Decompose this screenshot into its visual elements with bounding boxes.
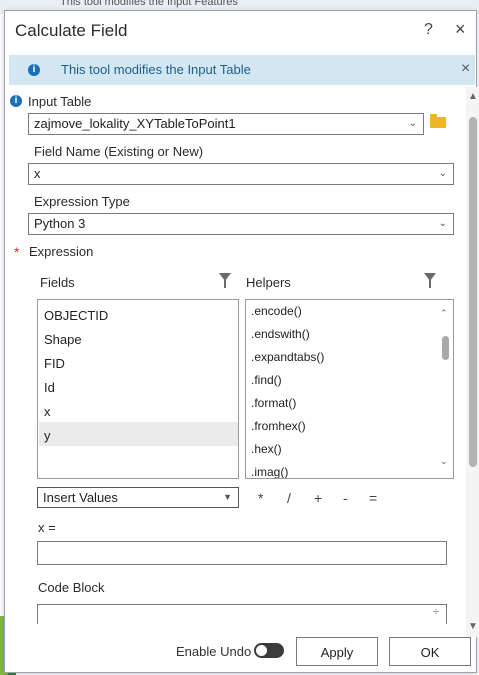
operator-divide-button[interactable]: / — [287, 490, 291, 506]
list-item[interactable]: OBJECTID — [44, 308, 108, 323]
toggle-knob — [256, 645, 267, 656]
fields-filter-icon[interactable] — [219, 273, 231, 288]
expression-type-label: Expression Type — [34, 194, 130, 209]
selected-row-highlight — [39, 422, 238, 446]
operator-plus-button[interactable]: + — [314, 490, 322, 506]
ok-button[interactable]: OK — [389, 637, 471, 666]
helpers-label: Helpers — [246, 275, 291, 290]
list-item[interactable]: Shape — [44, 332, 82, 347]
helpers-list[interactable]: .encode() .endswith() .expandtabs() .fin… — [245, 299, 454, 479]
expression-label: Expression — [29, 244, 94, 259]
list-item[interactable]: y — [44, 428, 51, 443]
dropdown-arrow-icon: ▼ — [223, 492, 232, 502]
help-button[interactable]: ? — [424, 21, 433, 39]
scroll-down-icon[interactable]: ▼ — [468, 621, 478, 632]
required-marker: * — [14, 244, 20, 260]
list-item[interactable]: .find() — [251, 373, 282, 387]
operator-equals-button[interactable]: = — [369, 490, 377, 506]
helpers-filter-icon[interactable] — [424, 273, 436, 288]
field-name-dropdown[interactable]: x ⌄ — [28, 163, 454, 185]
enable-undo-toggle[interactable] — [254, 643, 284, 658]
insert-values-dropdown[interactable]: Insert Values ▼ — [37, 487, 239, 508]
input-table-info-icon[interactable]: i — [10, 95, 22, 107]
chevron-down-icon[interactable]: ⌄ — [440, 456, 448, 467]
info-icon: i — [28, 64, 40, 76]
dialog-scrollbar[interactable]: ▲ ▼ — [466, 87, 479, 637]
input-table-dropdown[interactable]: zajmove_lokality_XYTableToPoint1 ⌄ — [28, 113, 424, 135]
chevron-up-icon[interactable]: ⌃ — [440, 308, 448, 319]
helpers-scroll-thumb[interactable] — [442, 336, 449, 360]
expression-prefix: x = — [38, 520, 56, 535]
expression-type-dropdown[interactable]: Python 3 ⌄ — [28, 213, 454, 235]
code-block-input[interactable] — [37, 604, 447, 624]
dialog-titlebar: Calculate Field ? × — [5, 11, 476, 51]
fields-label: Fields — [40, 275, 75, 290]
list-item[interactable]: .expandtabs() — [251, 350, 324, 364]
chevron-down-icon: ⌄ — [408, 118, 417, 129]
expression-type-value: Python 3 — [34, 216, 86, 231]
info-bar: i This tool modifies the Input Table × — [9, 55, 475, 85]
operator-multiply-button[interactable]: * — [258, 490, 263, 506]
list-item[interactable]: .endswith() — [251, 327, 310, 341]
input-table-label: Input Table — [28, 94, 92, 109]
info-bar-close-button[interactable]: × — [461, 60, 470, 78]
code-block-label: Code Block — [38, 580, 105, 595]
scroll-thumb[interactable] — [469, 117, 477, 467]
list-item[interactable]: .hex() — [251, 442, 282, 456]
list-item[interactable]: .fromhex() — [251, 419, 306, 433]
apply-button[interactable]: Apply — [296, 637, 378, 666]
list-item[interactable]: .format() — [251, 396, 296, 410]
input-table-value: zajmove_lokality_XYTableToPoint1 — [34, 116, 236, 131]
close-button[interactable]: × — [455, 19, 466, 40]
code-block-resize-icon[interactable]: ÷ — [433, 606, 439, 618]
background-window-text: This tool modifies the Input Features — [60, 0, 238, 8]
browse-folder-icon[interactable] — [430, 114, 446, 128]
list-item[interactable]: .imag() — [251, 465, 288, 478]
chevron-down-icon: ⌄ — [438, 218, 447, 229]
list-item[interactable]: x — [44, 404, 51, 419]
field-name-label: Field Name (Existing or New) — [34, 144, 204, 159]
info-message: This tool modifies the Input Table — [61, 62, 251, 77]
list-item[interactable]: FID — [44, 356, 65, 371]
enable-undo-label: Enable Undo — [176, 644, 252, 659]
insert-values-value: Insert Values — [43, 490, 118, 505]
expression-input[interactable] — [37, 541, 447, 565]
operator-minus-button[interactable]: - — [343, 490, 348, 506]
dialog-title: Calculate Field — [15, 21, 128, 40]
chevron-down-icon: ⌄ — [438, 168, 447, 179]
list-item[interactable]: Id — [44, 380, 55, 395]
list-item[interactable]: .encode() — [251, 304, 302, 318]
scroll-up-icon[interactable]: ▲ — [468, 91, 478, 102]
helpers-scrollbar[interactable]: ⌃ ⌄ — [437, 300, 453, 477]
fields-list[interactable]: OBJECTID Shape FID Id x y — [37, 299, 239, 479]
field-name-value: x — [34, 166, 41, 181]
